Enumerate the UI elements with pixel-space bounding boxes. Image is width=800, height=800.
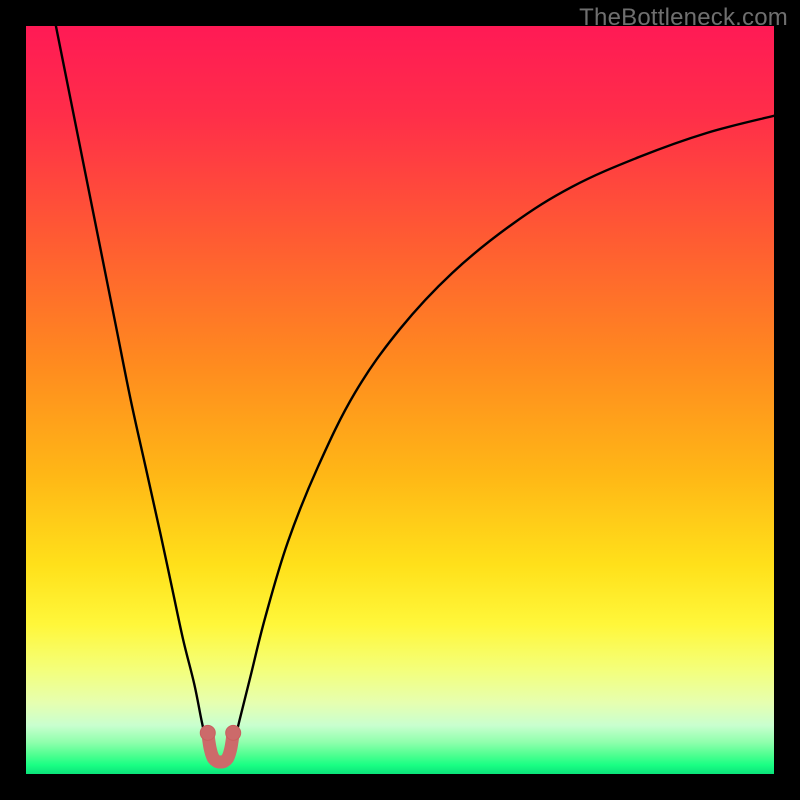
valley-marker-dot-left bbox=[200, 725, 215, 740]
chart-frame: TheBottleneck.com bbox=[0, 0, 800, 800]
plot-area bbox=[26, 26, 774, 774]
valley-marker-dot-right bbox=[226, 725, 241, 740]
curve-right bbox=[229, 116, 774, 759]
curve-left bbox=[56, 26, 212, 759]
watermark-text: TheBottleneck.com bbox=[579, 4, 788, 32]
curve-layer bbox=[26, 26, 774, 774]
